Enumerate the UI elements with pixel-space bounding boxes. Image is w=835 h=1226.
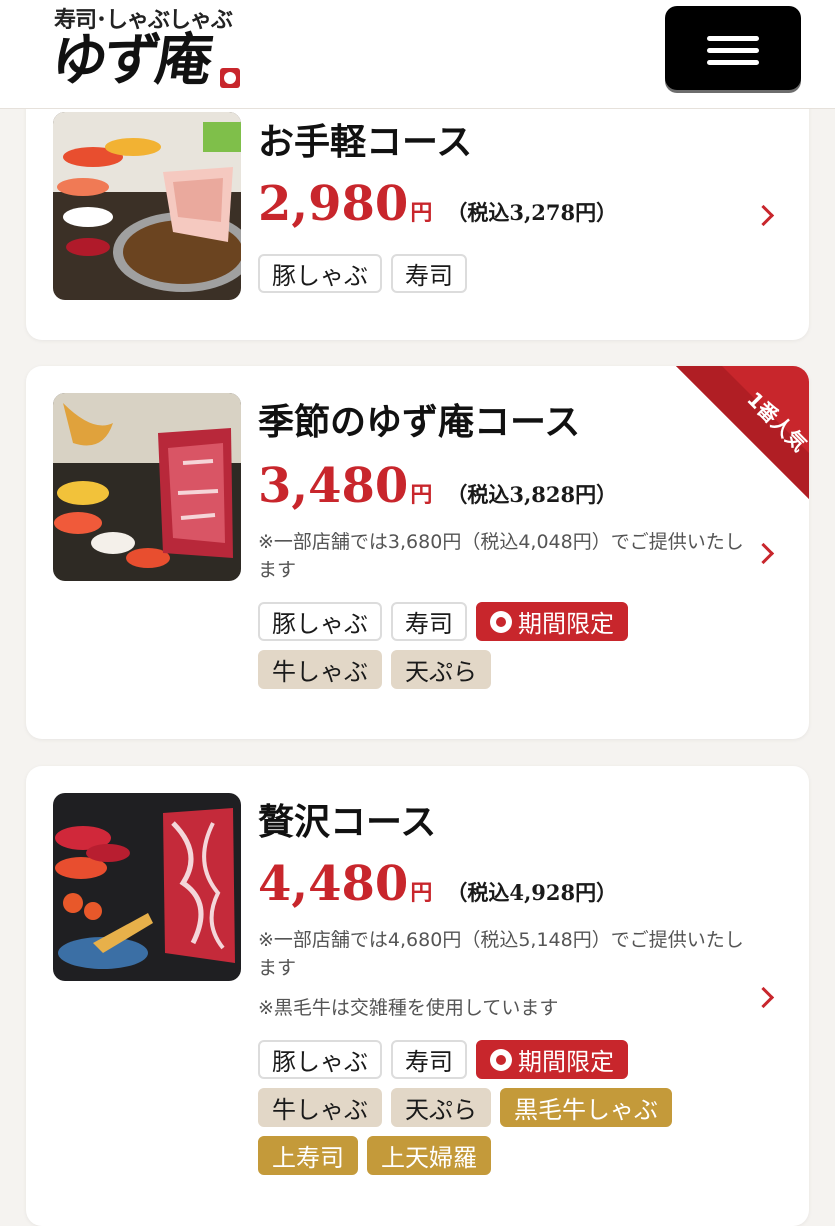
course-tags: 豚しゃぶ 寿司: [258, 254, 758, 293]
price-yen: 円: [410, 200, 433, 226]
course-title: 季節のゆず庵コース: [258, 401, 581, 443]
tag-tempura: 天ぷら: [391, 1088, 491, 1127]
price-value: 3,480: [258, 458, 409, 514]
yuzu-icon: [490, 1048, 512, 1071]
chevron-right-icon[interactable]: [752, 204, 775, 227]
price-yen: 円: [410, 880, 433, 906]
premium-beef-photo: [53, 793, 241, 981]
tempura-beef-photo: [53, 393, 241, 581]
tag-pork-shabu: 豚しゃぶ: [258, 1040, 382, 1079]
site-header: 寿司･しゃぶしゃぶ ゆず庵: [0, 0, 835, 109]
course-note: ※一部店舗では4,680円（税込5,148円）でご提供いたします: [258, 929, 744, 979]
course-tags: 豚しゃぶ 寿司 期間限定 牛しゃぶ 天ぷら: [258, 602, 758, 689]
yuzu-mark-icon: [220, 68, 240, 88]
tag-pork-shabu: 豚しゃぶ: [258, 602, 382, 641]
yuzu-icon: [490, 610, 512, 633]
brand-logo[interactable]: 寿司･しゃぶしゃぶ ゆず庵: [47, 2, 252, 98]
tag-beef-shabu: 牛しゃぶ: [258, 1088, 382, 1127]
course-title: お手軽コース: [258, 121, 473, 163]
price-value: 2,980: [258, 176, 409, 232]
tag-limited-time: 期間限定: [476, 602, 628, 641]
course-title: 贅沢コース: [258, 801, 437, 843]
course-note: ※一部店舗では3,680円（税込4,048円）でご提供いたします: [258, 531, 744, 581]
course-photo: [53, 112, 241, 300]
course-card-zeitaku[interactable]: 贅沢コース 4,480円 （税込4,928円） ※一部店舗では4,680円（税込5…: [26, 766, 809, 1226]
price-tax-included: （税込4,928円）: [446, 880, 618, 905]
tag-premium-tempura: 上天婦羅: [367, 1136, 491, 1175]
tag-limited-label: 期間限定: [518, 1048, 614, 1076]
price-value: 4,480: [258, 856, 409, 912]
price-yen: 円: [410, 482, 433, 508]
course-note-wagyu: ※黒毛牛は交雑種を使用しています: [258, 997, 559, 1019]
sushi-shabu-photo: [53, 112, 241, 300]
course-photo: [53, 393, 241, 581]
tag-sushi: 寿司: [391, 254, 467, 293]
tag-sushi: 寿司: [391, 602, 467, 641]
menu-bar-1: [707, 36, 759, 41]
course-card-otegaru[interactable]: お手軽コース 2,980円 （税込3,278円） 豚しゃぶ 寿司: [26, 80, 809, 340]
popularity-ribbon: 1番人気: [676, 366, 809, 499]
price-tax-included: （税込3,828円）: [446, 482, 618, 507]
tag-limited-time: 期間限定: [476, 1040, 628, 1079]
course-price: 4,480円 （税込4,928円）: [258, 858, 617, 910]
tag-premium-sushi: 上寿司: [258, 1136, 358, 1175]
tag-kuroge-beef-shabu: 黒毛牛しゃぶ: [500, 1088, 672, 1127]
menu-bar-2: [707, 48, 759, 53]
hamburger-menu-button[interactable]: [665, 6, 801, 90]
course-photo: [53, 793, 241, 981]
tag-limited-label: 期間限定: [518, 610, 614, 638]
logo-wordmark: ゆず庵: [47, 27, 213, 93]
tag-pork-shabu: 豚しゃぶ: [258, 254, 382, 293]
course-price: 3,480円 （税込3,828円）: [258, 460, 617, 512]
course-price: 2,980円 （税込3,278円）: [258, 178, 617, 230]
tag-tempura: 天ぷら: [391, 650, 491, 689]
menu-bar-3: [707, 60, 759, 65]
tag-beef-shabu: 牛しゃぶ: [258, 650, 382, 689]
course-tags: 豚しゃぶ 寿司 期間限定 牛しゃぶ 天ぷら 黒毛牛しゃぶ 上寿司 上天婦羅: [258, 1040, 758, 1175]
tag-sushi: 寿司: [391, 1040, 467, 1079]
course-card-kisetsu[interactable]: 1番人気 季節のゆず庵コース 3,480円 （税込3,828円） ※一部店舗では3…: [26, 366, 809, 739]
price-tax-included: （税込3,278円）: [446, 200, 618, 225]
